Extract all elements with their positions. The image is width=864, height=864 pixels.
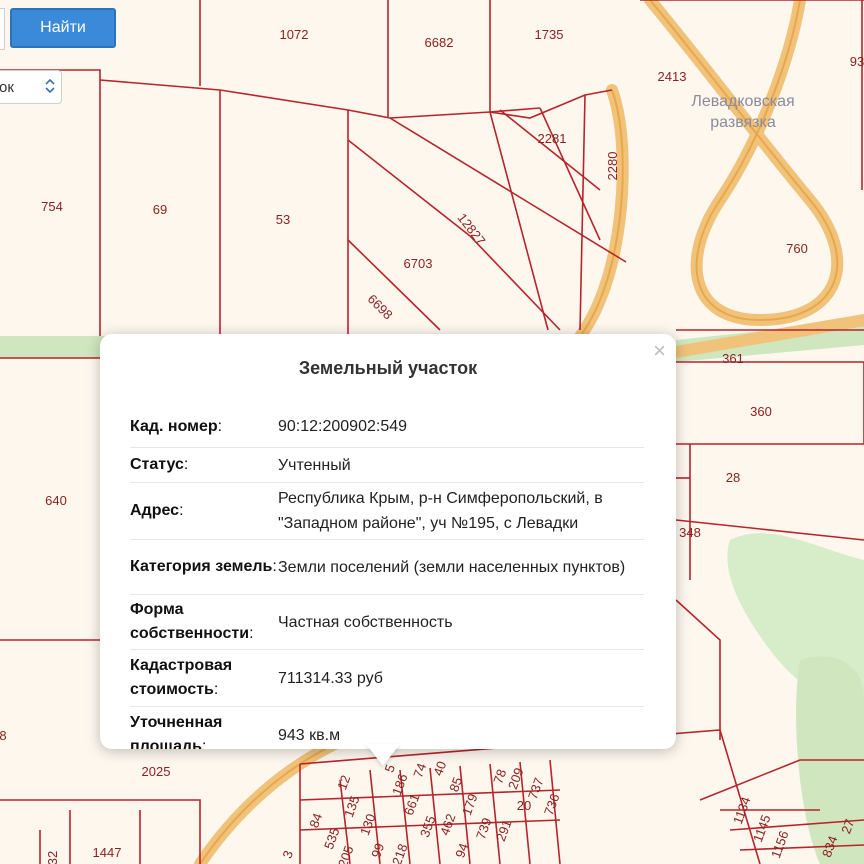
info-row-cadastral-value: Кадастровая стоимость: 711314.33 руб <box>130 650 644 707</box>
info-value: Земли поселений (земли населенных пункто… <box>278 558 626 576</box>
info-row-ownership: Форма собственности: Частная собственнос… <box>130 595 644 650</box>
layer-select[interactable]: ок <box>0 70 62 104</box>
parcel-label: 53 <box>276 212 290 227</box>
parcel-label: 1735 <box>535 27 564 42</box>
parcel-label: 361 <box>722 351 744 366</box>
parcel-label: 6682 <box>425 35 454 50</box>
parcel-label: 93 <box>850 54 864 69</box>
parcel-info-popup: × Земельный участок Кад. номер: 90:12:20… <box>100 334 676 749</box>
parcel-label: 8 <box>0 728 7 743</box>
info-value: 943 кв.м <box>278 726 341 744</box>
info-row-cadastral-number: Кад. номер: 90:12:200902:549 <box>130 406 644 448</box>
info-value: Республика Крым, р-н Симферопольский, в … <box>278 490 603 532</box>
parcel-label: 6703 <box>404 256 433 271</box>
parcel-label: 2281 <box>538 131 567 146</box>
info-label: Кад. номер: <box>130 417 223 435</box>
info-table: Кад. номер: 90:12:200902:549 Статус: Учт… <box>130 406 644 749</box>
popup-pointer <box>366 744 400 766</box>
parcel-label: 640 <box>45 493 67 508</box>
info-row-land-category: Категория земель: Земли поселений (земли… <box>130 540 644 595</box>
info-label: Форма собственности: <box>130 601 254 642</box>
info-row-address: Адрес: Республика Крым, р-н Симферопольс… <box>130 483 644 540</box>
chevron-updown-icon <box>45 78 55 95</box>
parcel-label: 1447 <box>93 845 122 860</box>
parcel-label: 2025 <box>142 764 171 779</box>
search-button[interactable]: Найти <box>10 8 116 48</box>
parcel-label: 28 <box>726 470 740 485</box>
info-label: Кадастровая стоимость: <box>130 657 233 698</box>
info-label: Уточненная площадь: <box>130 714 223 749</box>
lot-label: 20 <box>517 798 531 813</box>
parcel-label: 760 <box>786 241 808 256</box>
info-value: Учтенный <box>278 456 351 474</box>
parcel-label: 32 <box>45 851 60 864</box>
parcel-label: 754 <box>41 199 63 214</box>
info-label: Категория земель: <box>130 558 277 575</box>
info-value: 90:12:200902:549 <box>278 418 408 435</box>
popup-title: Земельный участок <box>298 358 478 378</box>
info-row-status: Статус: Учтенный <box>130 448 644 483</box>
parcel-label: 2413 <box>658 69 687 84</box>
parcel-label: 348 <box>679 525 701 540</box>
place-label-line1: Левадковская <box>691 93 794 110</box>
place-label-line2: развязка <box>710 114 776 131</box>
parcel-label: 1072 <box>280 27 309 42</box>
parcel-label: 69 <box>153 202 167 217</box>
layer-select-value: ок <box>0 78 14 96</box>
search-input[interactable] <box>0 8 5 50</box>
info-value: Частная собственность <box>278 613 453 631</box>
info-row-area: Уточненная площадь: 943 кв.м <box>130 707 644 749</box>
parcel-label: 360 <box>750 404 772 419</box>
parcel-label: 2280 <box>605 152 620 181</box>
info-label: Статус: <box>130 456 189 473</box>
info-value: 711314.33 руб <box>278 669 383 687</box>
info-label: Адрес: <box>130 502 184 519</box>
